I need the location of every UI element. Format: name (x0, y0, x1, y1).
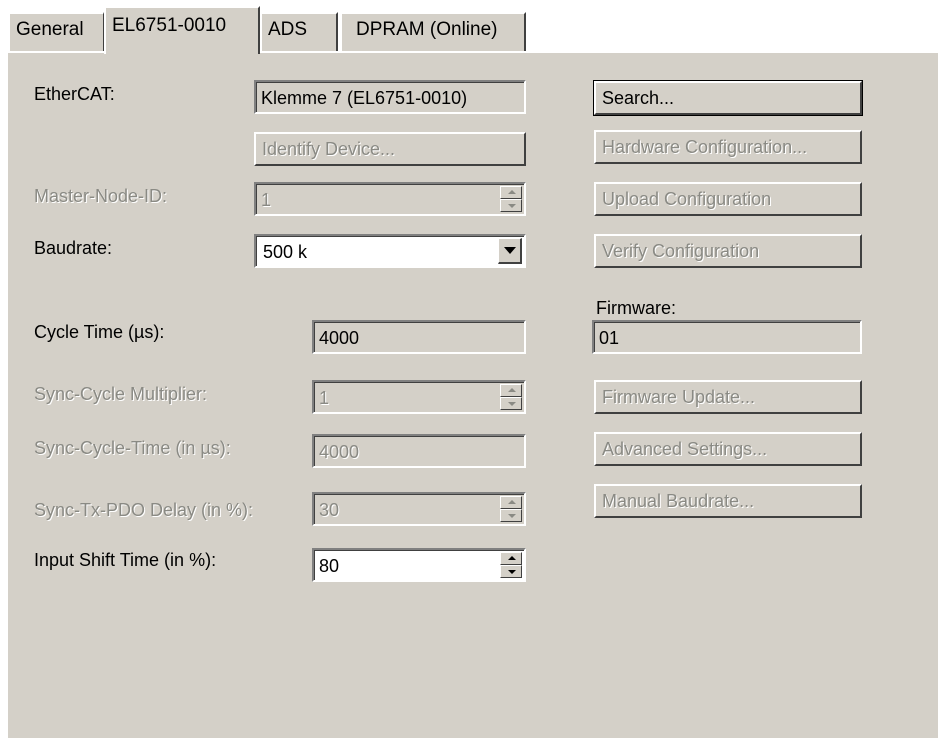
input-shift-time-value: 80 (314, 550, 524, 580)
spin-up-icon[interactable] (500, 384, 522, 397)
tab-dpram-online[interactable]: DPRAM (Online) (340, 12, 526, 52)
tab-el6751[interactable]: EL6751-0010 (104, 6, 260, 54)
sync-cycle-multiplier-spinner[interactable] (500, 384, 522, 410)
master-node-id-label: Master-Node-ID: (34, 186, 168, 206)
firmware-label: Firmware: (596, 298, 676, 318)
sync-tx-pdo-delay-label: Sync-Tx-PDO Delay (in %): (34, 500, 254, 520)
tab-ads[interactable]: ADS (260, 12, 338, 52)
spin-up-icon[interactable] (500, 496, 522, 509)
search-button[interactable]: Search... (593, 80, 863, 116)
ethercat-field: Klemme 7 (EL6751-0010) (254, 80, 526, 114)
spin-up-icon[interactable] (500, 186, 522, 199)
baudrate-select[interactable]: 500 k (254, 234, 526, 268)
identify-device-button[interactable]: Identify Device... (254, 132, 526, 166)
input-shift-time-label: Input Shift Time (in %): (34, 550, 217, 570)
master-node-id-field[interactable]: 1 (254, 182, 526, 216)
cycle-time-label: Cycle Time (µs): (34, 322, 165, 342)
advanced-settings-button[interactable]: Advanced Settings... (594, 432, 862, 466)
verify-configuration-button[interactable]: Verify Configuration (594, 234, 862, 268)
ethercat-value: Klemme 7 (EL6751-0010) (256, 82, 524, 112)
sync-cycle-time-label: Sync-Cycle-Time (in µs): (34, 438, 231, 458)
sync-cycle-multiplier-value: 1 (314, 382, 524, 412)
sync-tx-pdo-delay-value: 30 (314, 494, 524, 524)
firmware-value: 01 (594, 322, 860, 352)
tab-ads-label: ADS (268, 19, 308, 40)
sync-cycle-time-field: 4000 (312, 434, 526, 468)
sync-cycle-time-value: 4000 (314, 436, 524, 466)
input-shift-time-spinner[interactable] (500, 552, 522, 578)
baudrate-value: 500 k (256, 236, 524, 266)
cycle-time-value: 4000 (314, 322, 524, 352)
tab-el6751-label: EL6751-0010 (112, 15, 227, 36)
tab-general-label: General (16, 19, 84, 40)
upload-configuration-button[interactable]: Upload Configuration (594, 182, 862, 216)
tab-dpram-label: DPRAM (Online) (356, 19, 498, 40)
sync-tx-pdo-delay-field[interactable]: 30 (312, 492, 526, 526)
sync-cycle-multiplier-label: Sync-Cycle Multiplier: (34, 384, 208, 404)
spin-down-icon[interactable] (500, 565, 522, 578)
chevron-down-icon[interactable] (498, 238, 522, 264)
spin-down-icon[interactable] (500, 199, 522, 212)
firmware-field: 01 (592, 320, 862, 354)
master-node-id-spinner[interactable] (500, 186, 522, 212)
sync-cycle-multiplier-field[interactable]: 1 (312, 380, 526, 414)
spin-down-icon[interactable] (500, 397, 522, 410)
manual-baudrate-button[interactable]: Manual Baudrate... (594, 484, 862, 518)
spin-up-icon[interactable] (500, 552, 522, 565)
cycle-time-field[interactable]: 4000 (312, 320, 526, 354)
tab-general[interactable]: General (8, 12, 104, 52)
master-node-id-value: 1 (256, 184, 524, 214)
hardware-configuration-button[interactable]: Hardware Configuration... (594, 130, 862, 164)
firmware-update-button[interactable]: Firmware Update... (594, 380, 862, 414)
baudrate-label: Baudrate: (34, 238, 113, 258)
ethercat-label: EtherCAT: (34, 84, 115, 104)
sync-tx-pdo-delay-spinner[interactable] (500, 496, 522, 522)
spin-down-icon[interactable] (500, 509, 522, 522)
tab-strip: General EL6751-0010 ADS DPRAM (Online) (0, 0, 938, 54)
input-shift-time-field[interactable]: 80 (312, 548, 526, 582)
